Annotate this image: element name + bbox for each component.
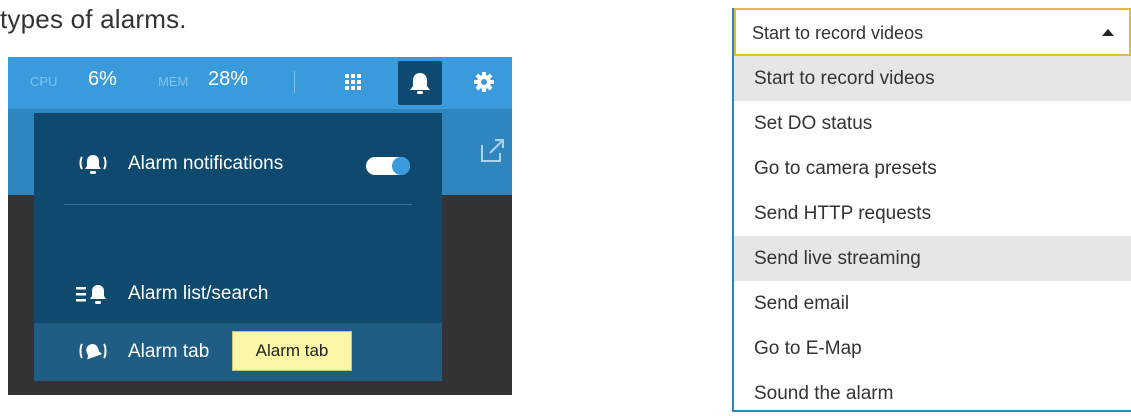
option-send-email[interactable]: Send email (734, 281, 1131, 326)
caret-up-icon[interactable] (1102, 29, 1114, 36)
option-sound-alarm[interactable]: Sound the alarm (734, 371, 1131, 416)
alarm-list-icon (76, 285, 106, 304)
alarm-tab-icon (79, 343, 107, 360)
alarm-bell-ringing-icon (79, 155, 107, 174)
mem-value: 28% (208, 68, 249, 90)
app-screenshot: CPU 6% MEM 28% Alarm notifications Alarm… (8, 57, 512, 395)
action-select[interactable]: Start to record videos (734, 8, 1131, 56)
alarm-bell-button[interactable] (398, 61, 442, 105)
cpu-label: CPU (30, 74, 58, 89)
option-set-do[interactable]: Set DO status (734, 101, 1131, 146)
selected-action: Start to record videos (752, 23, 924, 43)
menu-divider (64, 204, 412, 205)
alarm-tab-tooltip: Alarm tab (232, 331, 352, 371)
option-camera-presets[interactable]: Go to camera presets (734, 146, 1131, 191)
option-http-requests[interactable]: Send HTTP requests (734, 191, 1131, 236)
menu-item-alarm-notifications[interactable]: Alarm notifications (34, 135, 442, 193)
option-live-streaming[interactable]: Send live streaming (734, 236, 1131, 281)
option-e-map[interactable]: Go to E-Map (734, 326, 1131, 371)
gear-icon[interactable] (473, 71, 495, 93)
intro-text: types of alarms. (0, 4, 187, 34)
alarm-menu: Alarm notifications Alarm list/search Al… (34, 113, 442, 381)
menu-item-label: Alarm tab (128, 341, 210, 362)
alarm-notifications-toggle[interactable] (366, 157, 410, 175)
toggle-knob (392, 157, 410, 175)
share-icon[interactable] (478, 135, 508, 165)
top-bar: CPU 6% MEM 28% (8, 57, 512, 109)
mem-label: MEM (158, 74, 189, 89)
topbar-divider (294, 71, 295, 93)
option-start-record[interactable]: Start to record videos (734, 56, 1131, 101)
action-options: Start to record videos Set DO status Go … (734, 56, 1131, 416)
menu-item-label: Alarm list/search (128, 283, 269, 304)
cpu-value: 6% (88, 68, 117, 90)
bell-icon (410, 73, 430, 94)
menu-item-label: Alarm notifications (128, 153, 284, 174)
menu-item-alarm-list[interactable]: Alarm list/search (34, 265, 442, 323)
grid-icon[interactable] (345, 74, 361, 90)
action-dropdown: Start to record videos Start to record v… (732, 8, 1131, 412)
